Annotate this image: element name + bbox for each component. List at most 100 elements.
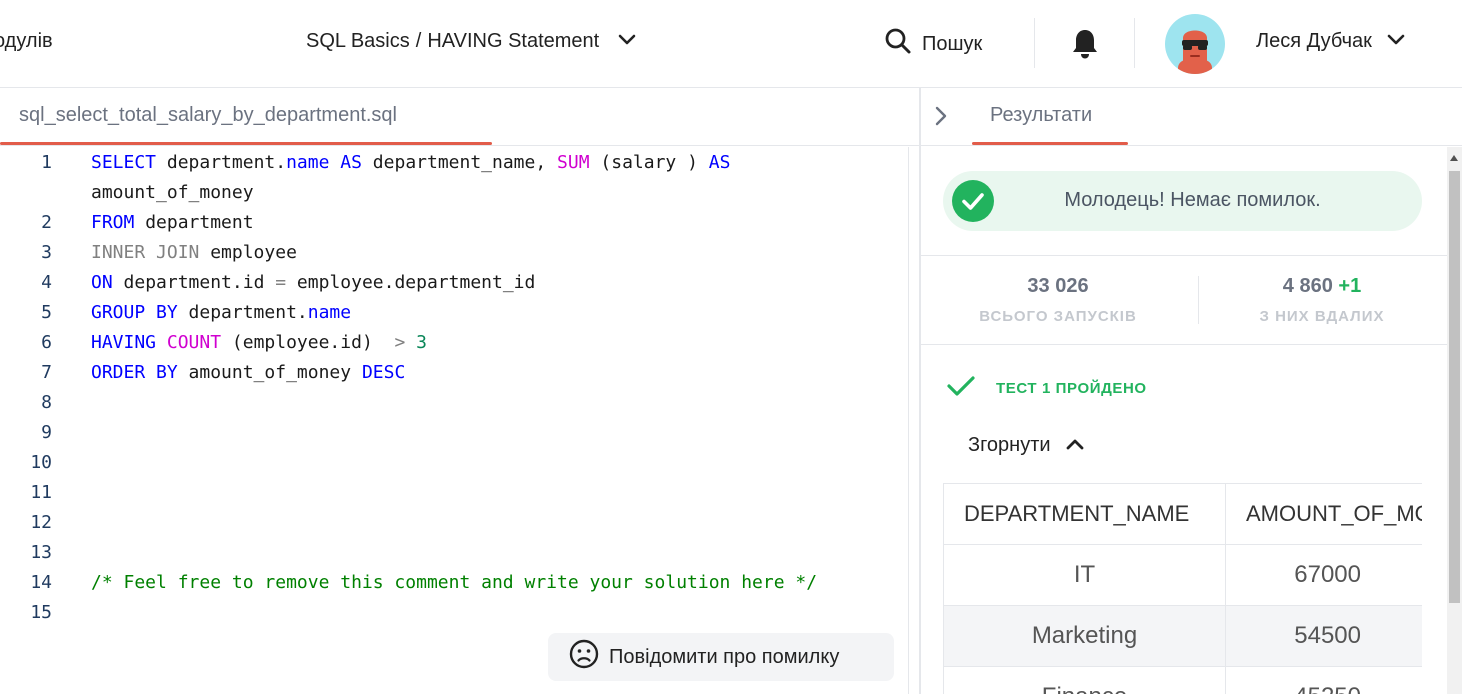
success-banner: Молодець! Немає помилок.	[943, 171, 1422, 231]
code-keyword: AS	[708, 152, 731, 173]
code-function: COUNT	[166, 332, 222, 353]
line-number: 5	[41, 302, 52, 323]
header-divider	[1034, 18, 1035, 68]
table-cell: Marketing	[943, 605, 1226, 667]
column-header: AMOUNT_OF_MONEY	[1225, 483, 1422, 545]
code-keyword: DESC	[361, 362, 406, 383]
editor-edge	[908, 147, 909, 694]
code-line: HAVING COUNT (employee.id) > 3	[91, 332, 427, 353]
breadcrumb-course[interactable]: SQL Basics	[306, 30, 410, 53]
successful-runs-label: З НИХ ВДАЛИХ	[1259, 308, 1385, 325]
code-editor[interactable]: 1 2 3 4 5 6 7 8 9 10 11 12 13 14 15 SELE…	[0, 147, 908, 694]
code-number: 3	[416, 332, 427, 353]
chevron-down-icon	[1386, 30, 1406, 53]
code-line-wrap: amount_of_money	[91, 182, 254, 203]
code-keyword: INNER JOIN	[91, 242, 200, 263]
collapse-button[interactable]: Згорнути	[968, 434, 1085, 457]
active-tab-indicator	[972, 142, 1128, 145]
table-cell: 45250	[1225, 666, 1422, 694]
successful-runs-value: 4 860 +1	[1218, 275, 1426, 298]
active-tab-indicator	[0, 142, 492, 145]
code-text: department	[134, 212, 254, 233]
report-bug-button[interactable]: Повідомити про помилку	[548, 633, 894, 681]
editor-tab-bar: sql_select_total_salary_by_department.sq…	[0, 88, 919, 146]
breadcrumb[interactable]: SQL Basics / HAVING Statement	[306, 30, 637, 53]
collapse-label: Згорнути	[968, 434, 1051, 456]
line-number: 13	[30, 542, 52, 563]
chevron-up-icon	[1065, 434, 1085, 457]
divider	[921, 255, 1447, 256]
avatar[interactable]	[1165, 14, 1225, 74]
table-cell: Finance	[943, 666, 1226, 694]
code-keyword: SELECT	[91, 152, 157, 173]
code-line: FROM department	[91, 212, 254, 233]
table-header-row: DEPARTMENT_NAME AMOUNT_OF_MONEY	[943, 483, 1422, 545]
code-function: SUM	[557, 152, 590, 173]
code-line: GROUP BY department.name	[91, 302, 351, 323]
code-operator: =	[275, 272, 287, 293]
code-comment: /* Feel free to remove this comment and …	[91, 572, 818, 593]
file-tab[interactable]: sql_select_total_salary_by_department.sq…	[0, 88, 416, 146]
divider	[921, 344, 1447, 345]
breadcrumb-separator: /	[415, 30, 422, 52]
line-number: 2	[41, 212, 52, 233]
code-text: department_name,	[361, 152, 558, 173]
code-text: employee	[199, 242, 297, 263]
search-button[interactable]: Пошук	[884, 27, 982, 61]
code-operator: >	[394, 332, 406, 353]
tab-results[interactable]: Результати	[990, 104, 1092, 127]
test-status: ТЕСТ 1 ПРОЙДЕНО	[946, 374, 1147, 403]
table-row: Marketing 54500	[943, 605, 1422, 667]
line-number: 11	[30, 482, 52, 503]
user-name: Леся Дубчак	[1256, 30, 1372, 52]
line-number: 1	[41, 152, 52, 173]
code-line: ON department.id = employee.department_i…	[91, 272, 535, 293]
breadcrumb-lesson[interactable]: HAVING Statement	[427, 30, 599, 53]
code-keyword: FROM	[91, 212, 135, 233]
line-number: 12	[30, 512, 52, 533]
sad-face-icon	[569, 639, 599, 675]
result-table: DEPARTMENT_NAME AMOUNT_OF_MONEY IT 67000…	[943, 483, 1422, 694]
table-cell: 67000	[1225, 544, 1422, 606]
search-label: Пошук	[922, 32, 983, 55]
bell-icon[interactable]	[1071, 28, 1099, 65]
header-divider	[1134, 18, 1135, 68]
table-row: Finance 45250	[943, 666, 1422, 694]
scroll-up-arrow[interactable]	[1450, 155, 1458, 161]
code-line: SELECT department.name AS department_nam…	[91, 152, 730, 173]
pane-resizer[interactable]	[919, 88, 921, 694]
test-status-label: ТЕСТ 1 ПРОЙДЕНО	[996, 380, 1147, 397]
chevron-right-icon[interactable]	[933, 106, 949, 131]
user-menu[interactable]: Леся Дубчак	[1256, 30, 1406, 53]
line-number: 7	[41, 362, 52, 383]
code-text: (salary )	[589, 152, 709, 173]
results-scrollbar[interactable]	[1447, 147, 1462, 694]
code-line: ORDER BY amount_of_money DESC	[91, 362, 405, 383]
code-text: department.id	[112, 272, 276, 293]
successful-runs-delta: +1	[1338, 275, 1362, 297]
table-row: IT 67000	[943, 544, 1422, 606]
report-bug-label: Повідомити про помилку	[609, 645, 840, 668]
check-icon	[946, 374, 976, 403]
code-text: (employee.id)	[221, 332, 395, 353]
code-keyword: name	[307, 302, 352, 323]
line-number: 8	[41, 392, 52, 413]
line-number: 3	[41, 242, 52, 263]
column-header: DEPARTMENT_NAME	[943, 483, 1226, 545]
code-keyword: GROUP BY	[91, 302, 178, 323]
modules-link[interactable]: одулів	[0, 30, 53, 53]
avatar-icon	[1178, 30, 1212, 74]
code-text: employee.department_id	[286, 272, 536, 293]
line-number: 10	[30, 452, 52, 473]
line-number: 14	[30, 572, 52, 593]
code-keyword: ORDER BY	[91, 362, 178, 383]
code-keyword: ON	[91, 272, 113, 293]
code-text: department.	[156, 152, 287, 173]
line-number: 6	[41, 332, 52, 353]
scrollbar-thumb[interactable]	[1449, 171, 1460, 603]
table-cell: 54500	[1225, 605, 1422, 667]
chevron-down-icon[interactable]	[617, 30, 637, 53]
code-keyword: HAVING	[91, 332, 157, 353]
